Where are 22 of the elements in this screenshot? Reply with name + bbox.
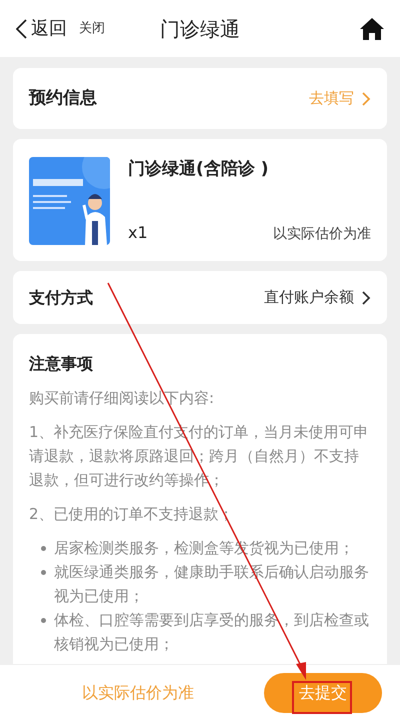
chevron-right-icon (362, 290, 371, 304)
bullet-icon (41, 570, 46, 575)
booking-label: 预约信息 (29, 86, 97, 110)
bullet-icon (41, 618, 46, 623)
notes-title: 注意事项 (29, 353, 94, 375)
home-icon[interactable] (360, 18, 384, 40)
price-note: 以实际估价为准 (273, 225, 371, 244)
notes-bullet: 体检、口腔等需要到店享受的服务，到店检查或核销视为已使用； (54, 610, 370, 655)
back-icon (16, 18, 27, 38)
page-title: 门诊绿通 (160, 16, 240, 42)
back-button[interactable]: 返回 (16, 15, 67, 42)
chevron-right-icon (362, 92, 371, 106)
booking-card[interactable]: 预约信息 去填写 (13, 68, 387, 129)
product-name: 门诊绿通(含陪诊 ) (128, 158, 270, 181)
bullet-icon (41, 546, 46, 551)
footer-price: 以实际估价为准 (82, 682, 194, 704)
payment-card[interactable]: 支付方式 直付账户余额 (13, 271, 387, 324)
annotation-frame (292, 681, 352, 714)
payment-label: 支付方式 (29, 286, 93, 308)
quantity: x1 (128, 222, 148, 244)
close-button[interactable]: 关闭 (79, 18, 105, 38)
payment-value: 直付账户余额 (264, 287, 354, 308)
